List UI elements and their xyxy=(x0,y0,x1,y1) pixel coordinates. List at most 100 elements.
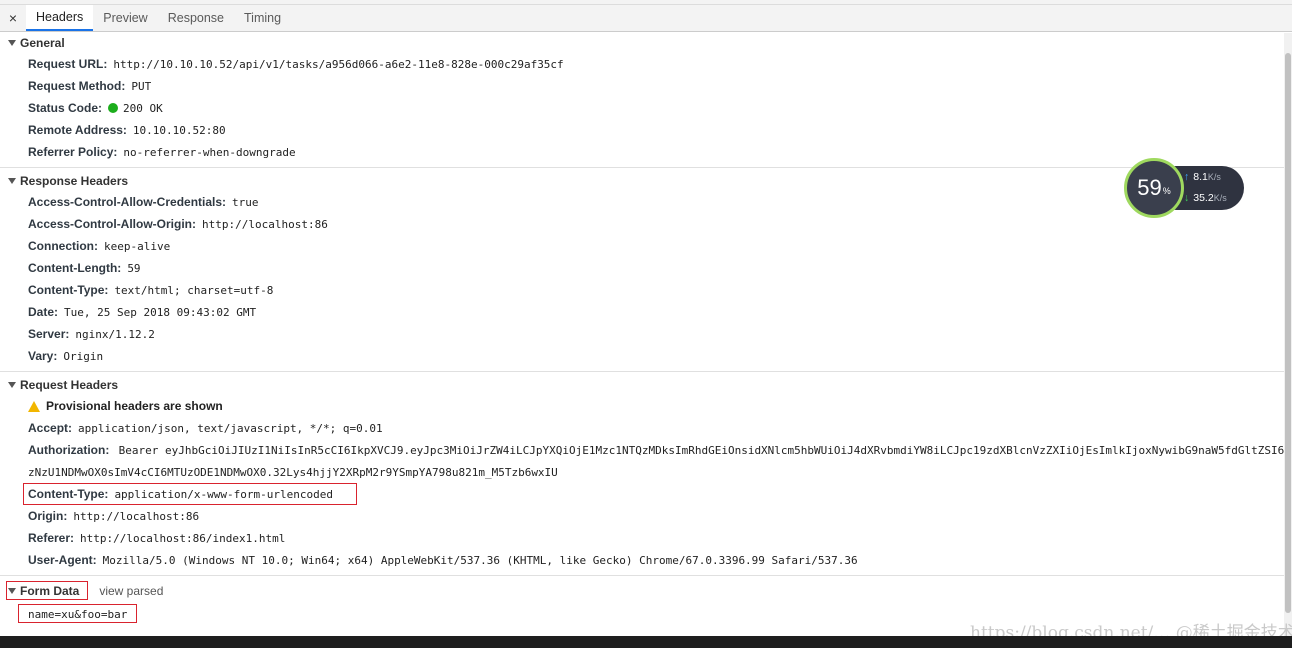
bottom-bar xyxy=(0,636,1292,648)
header-value: application/x-www-form-urlencoded xyxy=(114,487,333,501)
form-data-section-header[interactable]: Form Data view parsed xyxy=(0,579,1284,603)
header-row: Status Code: 200 OK xyxy=(0,97,1284,119)
header-row: Accept: application/json, text/javascrip… xyxy=(0,417,1284,439)
speed-gauge: 59% xyxy=(1124,158,1184,218)
header-key: Origin: xyxy=(28,509,68,523)
header-row: User-Agent: Mozilla/5.0 (Windows NT 10.0… xyxy=(0,549,1284,571)
header-row: Request URL: http://10.10.10.52/api/v1/t… xyxy=(0,53,1284,75)
header-row: Server: nginx/1.12.2 xyxy=(0,323,1284,345)
header-key: Accept: xyxy=(28,421,73,435)
header-row-content-type: Content-Type: application/x-www-form-url… xyxy=(0,483,1284,505)
speed-percent: 59 xyxy=(1137,175,1162,200)
header-row: Origin: http://localhost:86 xyxy=(0,505,1284,527)
header-value: Tue, 25 Sep 2018 09:43:02 GMT xyxy=(64,305,257,319)
header-value: http://localhost:86 xyxy=(202,217,328,231)
header-value: Mozilla/5.0 (Windows NT 10.0; Win64; x64… xyxy=(102,553,858,567)
tab-timing[interactable]: Timing xyxy=(234,5,291,31)
network-speed-widget[interactable]: 59% ↑ 8.1K/s ↓ 35.2K/s xyxy=(1124,158,1244,218)
tab-response[interactable]: Response xyxy=(158,5,234,31)
header-row: Access-Control-Allow-Origin: http://loca… xyxy=(0,213,1284,235)
headers-panel: General Request URL: http://10.10.10.52/… xyxy=(0,33,1284,636)
header-key: User-Agent: xyxy=(28,553,97,567)
speed-unit: K/s xyxy=(1213,193,1227,203)
request-headers-section: Request Headers Provisional headers are … xyxy=(0,372,1284,576)
expand-triangle-icon xyxy=(8,588,16,594)
header-row: Date: Tue, 25 Sep 2018 09:43:02 GMT xyxy=(0,301,1284,323)
header-value: http://10.10.10.52/api/v1/tasks/a956d066… xyxy=(113,57,564,71)
speed-percent-sign: % xyxy=(1162,186,1171,196)
header-row: Request Method: PUT xyxy=(0,75,1284,97)
header-key: Access-Control-Allow-Credentials: xyxy=(28,195,227,209)
header-key: Connection: xyxy=(28,239,98,253)
header-value-continued: zNzU1NDMwOX0sImV4cCI6MTUzODE1NDMwOX0.32L… xyxy=(28,466,558,479)
upload-speed: ↑ 8.1K/s xyxy=(1184,171,1221,183)
speed-unit: K/s xyxy=(1207,172,1221,182)
header-key: Request URL: xyxy=(28,57,108,71)
header-row: Access-Control-Allow-Credentials: true xyxy=(0,191,1284,213)
header-key: Server: xyxy=(28,327,70,341)
form-data-value: name=xu&foo=bar xyxy=(28,607,128,621)
header-value: http://localhost:86/index1.html xyxy=(80,531,286,545)
response-headers-section: Response Headers Access-Control-Allow-Cr… xyxy=(0,168,1284,372)
request-headers-section-header[interactable]: Request Headers xyxy=(0,375,1284,395)
header-key: Content-Type: xyxy=(28,283,109,297)
header-value: Bearer eyJhbGciOiJIUzI1NiIsInR5cCI6IkpXV… xyxy=(118,444,1284,457)
header-key: Date: xyxy=(28,305,59,319)
arrow-up-icon: ↑ xyxy=(1184,171,1190,183)
close-icon[interactable]: × xyxy=(0,5,26,31)
expand-triangle-icon xyxy=(8,40,16,46)
header-value: application/json, text/javascript, */*; … xyxy=(78,421,383,435)
tab-headers[interactable]: Headers xyxy=(26,5,94,31)
upload-value: 8.1 xyxy=(1193,171,1208,183)
warning-icon xyxy=(28,400,40,412)
request-headers-title: Request Headers xyxy=(20,378,119,392)
header-value: keep-alive xyxy=(104,239,171,253)
header-key: Status Code: xyxy=(28,101,103,115)
header-value: text/html; charset=utf-8 xyxy=(114,283,274,297)
devtools-tabbar: × Headers Preview Response Timing xyxy=(0,5,1292,32)
form-data-title: Form Data xyxy=(20,584,80,598)
header-key: Vary: xyxy=(28,349,58,363)
header-key: Referer: xyxy=(28,531,75,545)
header-value: 10.10.10.52:80 xyxy=(132,123,226,137)
header-key: Content-Length: xyxy=(28,261,122,275)
header-key: Referrer Policy: xyxy=(28,145,118,159)
header-value: http://localhost:86 xyxy=(73,509,200,523)
header-key: Content-Type: xyxy=(28,487,109,501)
header-value: no-referrer-when-downgrade xyxy=(123,145,296,159)
expand-triangle-icon xyxy=(8,382,16,388)
general-section: General Request URL: http://10.10.10.52/… xyxy=(0,33,1284,168)
header-value: 59 xyxy=(127,261,141,275)
vertical-scrollbar[interactable] xyxy=(1284,33,1292,636)
header-row-authorization: Authorization: Bearer eyJhbGciOiJIUzI1Ni… xyxy=(0,439,1284,483)
header-row: Connection: keep-alive xyxy=(0,235,1284,257)
header-row: Content-Type: text/html; charset=utf-8 xyxy=(0,279,1284,301)
response-headers-section-header[interactable]: Response Headers xyxy=(0,171,1284,191)
header-key: Authorization: xyxy=(28,443,110,457)
authorization-line-1: Authorization: Bearer eyJhbGciOiJIUzI1Ni… xyxy=(28,443,1284,457)
header-key: Access-Control-Allow-Origin: xyxy=(28,217,197,231)
header-value: true xyxy=(232,195,259,209)
header-key: Request Method: xyxy=(28,79,126,93)
header-row: Referrer Policy: no-referrer-when-downgr… xyxy=(0,141,1284,163)
header-row: Referer: http://localhost:86/index1.html xyxy=(0,527,1284,549)
arrow-down-icon: ↓ xyxy=(1184,192,1190,204)
general-title: General xyxy=(20,36,65,50)
scrollbar-thumb[interactable] xyxy=(1285,53,1291,613)
general-section-header[interactable]: General xyxy=(0,33,1284,53)
download-speed: ↓ 35.2K/s xyxy=(1184,192,1227,204)
authorization-line-2: zNzU1NDMwOX0sImV4cCI6MTUzODE1NDMwOX0.32L… xyxy=(28,465,558,479)
provisional-warning: Provisional headers are shown xyxy=(0,395,1284,417)
header-value: nginx/1.12.2 xyxy=(75,327,155,341)
header-row: Vary: Origin xyxy=(0,345,1284,367)
header-value: PUT xyxy=(131,79,152,93)
view-parsed-link[interactable]: view parsed xyxy=(99,584,163,598)
response-headers-title: Response Headers xyxy=(20,174,129,188)
header-row: Remote Address: 10.10.10.52:80 xyxy=(0,119,1284,141)
warning-text: Provisional headers are shown xyxy=(46,399,223,413)
download-value: 35.2 xyxy=(1193,192,1214,204)
header-row: Content-Length: 59 xyxy=(0,257,1284,279)
tab-preview[interactable]: Preview xyxy=(93,5,157,31)
header-value: Origin xyxy=(63,349,104,363)
header-key: Remote Address: xyxy=(28,123,127,137)
